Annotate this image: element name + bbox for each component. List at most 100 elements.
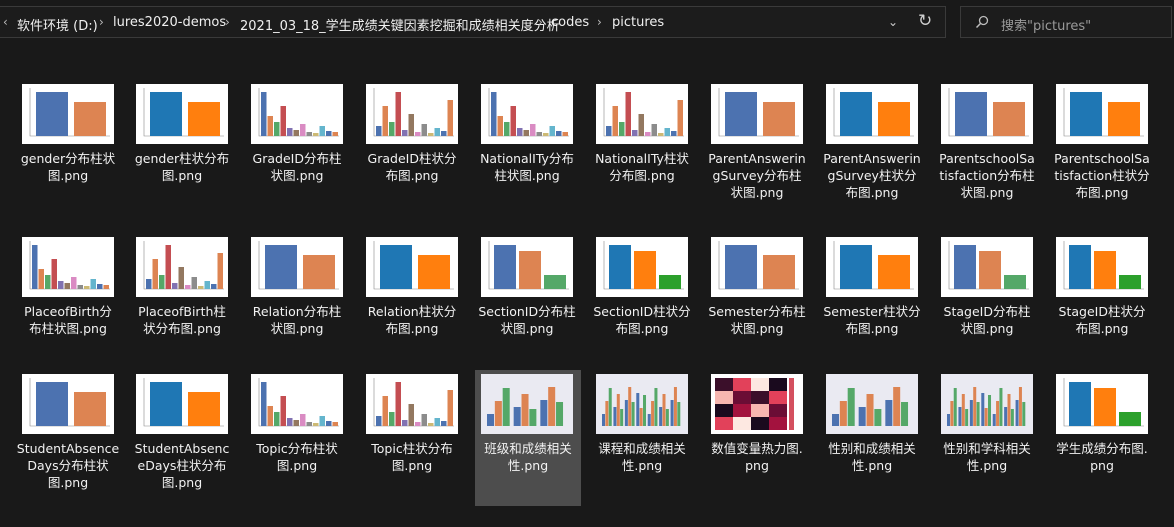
chart-thumbnail-image <box>29 241 110 290</box>
file-item[interactable]: GradeID柱状分 布图.png <box>366 84 472 214</box>
file-thumbnail <box>596 374 688 434</box>
file-name-label: Topic分布柱状 图.png <box>244 440 350 474</box>
file-name-label: SectionID柱状分 布图.png <box>589 303 695 337</box>
file-name-label: SectionID分布柱 状图.png <box>474 303 580 337</box>
file-thumbnail <box>22 374 114 434</box>
file-thumbnail <box>366 374 458 434</box>
file-name-label: ParentschoolSa tisfaction分布柱 状图.png <box>934 150 1040 201</box>
file-name-label: GradeID柱状分 布图.png <box>359 150 465 184</box>
file-name-label: Semester柱状分 布图.png <box>819 303 925 337</box>
file-name-line: GradeID柱状分 <box>367 151 457 166</box>
chart-thumbnail-image <box>603 241 684 290</box>
file-name-line: gSurvey柱状分 <box>827 168 917 183</box>
chevron-right-icon[interactable]: › <box>225 15 230 29</box>
file-thumbnail <box>22 237 114 297</box>
breadcrumb-codes[interactable]: codes <box>551 15 589 30</box>
file-thumbnail <box>481 237 573 297</box>
file-name-label: gender分布柱状 图.png <box>15 150 121 184</box>
file-thumbnail <box>711 374 803 434</box>
file-name-line: 布图.png <box>615 321 669 336</box>
search-box[interactable]: 搜索"pictures" <box>960 6 1172 38</box>
file-item[interactable]: NationalITy柱状 分布图.png <box>595 84 702 214</box>
chart-thumbnail-image <box>596 374 688 434</box>
chevron-right-icon[interactable]: › <box>538 15 543 29</box>
file-item[interactable]: PlaceofBirth分 布柱状图.png <box>22 237 128 367</box>
file-name-line: 学生成绩分布图. <box>1056 441 1148 456</box>
file-name-line: 图.png <box>391 458 433 473</box>
file-name-line: StudentAbsence <box>16 441 120 456</box>
file-item[interactable]: 课程和成绩相关 性.png <box>596 374 702 504</box>
file-item[interactable]: NationalITy分布 柱状图.png <box>480 84 587 214</box>
file-item[interactable]: ParentschoolSa tisfaction柱状分 布图.png <box>1054 84 1162 214</box>
chevron-right-icon[interactable]: › <box>597 15 602 29</box>
refresh-icon[interactable]: ↻ <box>918 11 932 31</box>
file-item[interactable]: ParentschoolSa tisfaction分布柱 状图.png <box>939 84 1047 214</box>
file-item[interactable]: GradeID分布柱 状图.png <box>251 84 357 214</box>
file-name-label: 数值变量热力图. png <box>704 440 810 474</box>
file-item[interactable]: Topic分布柱状 图.png <box>251 374 357 504</box>
file-item[interactable]: PlaceofBirth柱 状分布图.png <box>136 237 242 367</box>
file-item[interactable]: Semester柱状分 布图.png <box>823 237 932 367</box>
file-thumbnail <box>941 237 1033 297</box>
file-name-line: 图.png <box>161 475 203 490</box>
file-name-line: 班级和成绩相关 <box>484 441 572 456</box>
file-name-line: 布图.png <box>385 168 439 183</box>
file-item[interactable]: StudentAbsence Days分布柱状 图.png <box>17 374 128 504</box>
file-item[interactable]: gender分布柱状 图.png <box>21 84 128 214</box>
chevron-right-icon[interactable]: › <box>99 15 104 29</box>
file-name-line: 布图.png <box>385 321 439 336</box>
breadcrumb-lures2020-demos[interactable]: lures2020-demos <box>113 15 226 30</box>
file-name-line: StudentAbsenc <box>134 441 230 456</box>
file-item[interactable]: 班级和成绩相关 性.png <box>475 370 581 506</box>
back-nav-chevron-icon[interactable]: ‹ <box>3 15 8 29</box>
file-thumbnail <box>826 374 918 434</box>
file-name-line: 性.png <box>507 458 549 473</box>
file-item[interactable]: ParentAnswerin gSurvey分布柱 状图.png <box>708 84 817 214</box>
file-item[interactable]: SectionID分布柱 状图.png <box>478 237 587 367</box>
file-item[interactable]: 性别和成绩相关 性.png <box>826 374 932 504</box>
file-name-label: Semester分布柱 状图.png <box>704 303 810 337</box>
file-name-label: NationalITy分布 柱状图.png <box>474 150 580 184</box>
file-item[interactable]: StageID柱状分 布图.png <box>1056 237 1162 367</box>
file-name-line: ParentschoolSa <box>939 151 1035 166</box>
file-item[interactable]: Relation柱状分 布图.png <box>366 237 472 367</box>
chart-thumbnail-image <box>258 241 339 290</box>
file-name-line: Topic分布柱状 <box>256 441 338 456</box>
file-name-line: Relation柱状分 <box>367 304 457 319</box>
file-item[interactable]: ParentAnswerin gSurvey柱状分 布图.png <box>823 84 932 214</box>
file-item[interactable]: SectionID柱状分 布图.png <box>593 237 702 367</box>
file-name-line: StageID分布柱 <box>943 304 1031 319</box>
file-name-line: 状图.png <box>730 321 784 336</box>
breadcrumb-project-folder[interactable]: 2021_03_18_学生成绩关键因素挖掘和成绩相关度分析 <box>240 15 560 34</box>
file-item[interactable]: Semester分布柱 状图.png <box>708 237 817 367</box>
chevron-down-icon[interactable]: ⌄ <box>888 15 898 29</box>
file-item[interactable]: 学生成绩分布图. png <box>1056 374 1162 504</box>
file-name-line: gender分布柱状 <box>20 151 116 166</box>
file-item[interactable]: 数值变量热力图. png <box>711 374 817 504</box>
chart-thumbnail-image <box>941 374 1033 434</box>
chart-thumbnail-image <box>373 378 454 427</box>
file-item[interactable]: gender柱状分布 图.png <box>135 84 242 214</box>
chart-thumbnail-image <box>258 378 339 427</box>
file-item[interactable]: 性别和学科相关 性.png <box>941 374 1047 504</box>
file-name-label: 学生成绩分布图. png <box>1049 440 1155 474</box>
chart-thumbnail-image <box>948 241 1029 290</box>
address-bar[interactable]: ‹ 软件环境 (D:) › lures2020-demos › 2021_03_… <box>0 6 946 38</box>
file-name-label: StageID柱状分 布图.png <box>1049 303 1155 337</box>
address-bar-area: ‹ 软件环境 (D:) › lures2020-demos › 2021_03_… <box>0 0 1174 44</box>
breadcrumb-drive[interactable]: 软件环境 (D:) <box>17 15 98 34</box>
file-name-line: 状图.png <box>270 168 324 183</box>
breadcrumb-pictures[interactable]: pictures <box>612 15 664 30</box>
file-thumbnail <box>251 374 343 434</box>
file-name-line: 布图.png <box>845 321 899 336</box>
file-item[interactable]: StudentAbsenc eDays柱状分布 图.png <box>135 374 242 504</box>
search-icon <box>975 15 989 29</box>
file-name-line: 性.png <box>966 458 1008 473</box>
file-item[interactable]: StageID分布柱 状图.png <box>941 237 1047 367</box>
file-item[interactable]: Relation分布柱 状图.png <box>251 237 357 367</box>
file-item[interactable]: Topic柱状分布 图.png <box>366 374 472 504</box>
file-thumbnail <box>941 374 1033 434</box>
chart-thumbnail-image <box>488 241 569 290</box>
file-name-line: eDays柱状分布 <box>137 458 227 473</box>
file-name-line: 性别和学科相关 <box>943 441 1031 456</box>
